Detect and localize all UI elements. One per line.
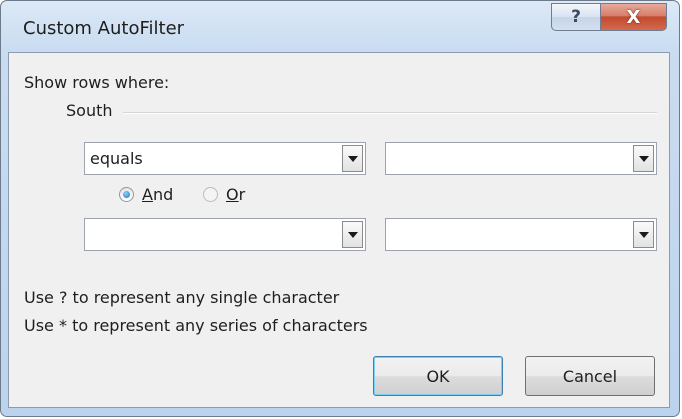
cancel-button[interactable]: Cancel bbox=[525, 356, 655, 396]
operator-2-dropdown-button[interactable] bbox=[342, 221, 363, 248]
chevron-down-icon bbox=[638, 231, 649, 238]
close-button[interactable]: X bbox=[600, 3, 667, 31]
value-1-dropdown-button[interactable] bbox=[633, 145, 654, 172]
hint-single-character: Use ? to represent any single character bbox=[24, 288, 340, 307]
or-label: Or bbox=[226, 185, 246, 204]
or-option[interactable]: Or bbox=[203, 185, 245, 204]
and-label: And bbox=[142, 185, 174, 204]
dialog-title: Custom AutoFilter bbox=[23, 18, 185, 39]
ok-button[interactable]: OK bbox=[373, 356, 503, 396]
operator-1-value: equals bbox=[90, 149, 143, 168]
operator-1-dropdown-button[interactable] bbox=[342, 145, 363, 172]
and-option[interactable]: And bbox=[119, 185, 173, 204]
chevron-down-icon bbox=[638, 155, 649, 162]
question-icon: ? bbox=[571, 7, 581, 27]
or-radio[interactable] bbox=[203, 187, 218, 202]
chevron-down-icon bbox=[347, 155, 358, 162]
value-1-combo[interactable] bbox=[385, 142, 657, 175]
help-button[interactable]: ? bbox=[551, 3, 601, 31]
close-icon: X bbox=[626, 6, 641, 28]
and-radio[interactable] bbox=[119, 187, 134, 202]
column-name-label: South bbox=[66, 101, 113, 120]
operator-2-combo[interactable] bbox=[84, 218, 366, 251]
operator-1-combo[interactable]: equals bbox=[84, 142, 366, 175]
hint-series-characters: Use * to represent any series of charact… bbox=[24, 316, 368, 335]
show-rows-label: Show rows where: bbox=[24, 73, 170, 92]
chevron-down-icon bbox=[347, 231, 358, 238]
value-2-combo[interactable] bbox=[385, 218, 657, 251]
value-2-dropdown-button[interactable] bbox=[633, 221, 654, 248]
group-separator bbox=[123, 112, 657, 114]
